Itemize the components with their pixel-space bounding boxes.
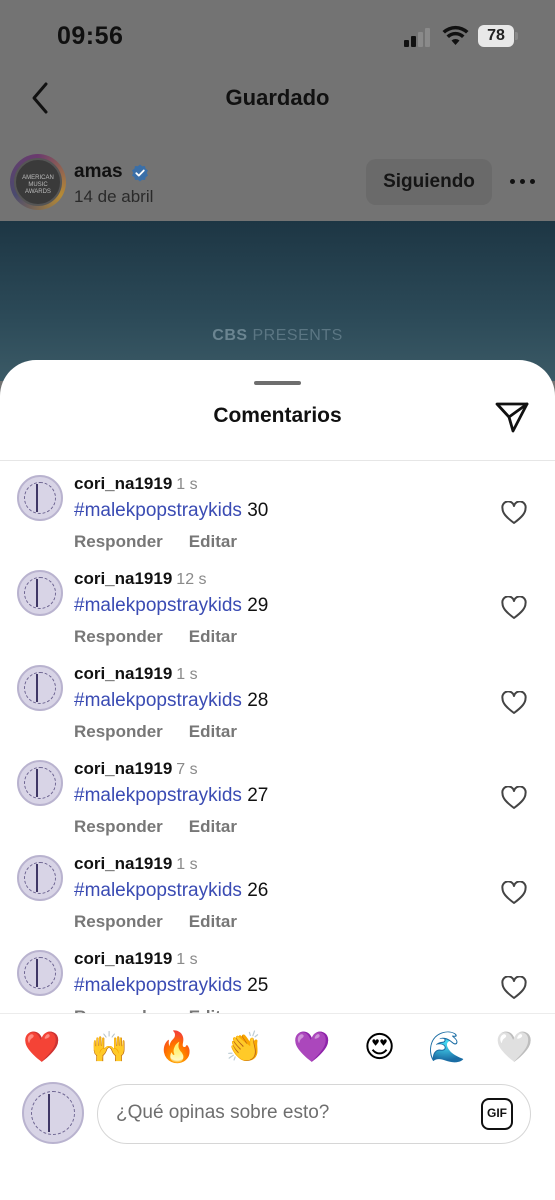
comment-avatar[interactable] xyxy=(17,760,63,806)
post-avatar[interactable]: AMERICAN MUSIC AWARDS xyxy=(10,154,66,210)
comment-avatar[interactable] xyxy=(17,475,63,521)
edit-button[interactable]: Editar xyxy=(189,532,237,551)
comment-avatar[interactable] xyxy=(17,950,63,996)
current-user-avatar xyxy=(22,1082,84,1144)
comment-row[interactable]: cori_na19191 s#malekpopstraykids 25Respo… xyxy=(0,935,555,1013)
comment-hashtag[interactable]: #malekpopstraykids xyxy=(74,880,242,901)
comment-time: 1 s xyxy=(176,476,198,493)
emoji-reaction[interactable]: 🌊 xyxy=(427,1028,467,1068)
comment-hashtag[interactable]: #malekpopstraykids xyxy=(74,595,242,616)
comment-username[interactable]: cori_na1919 1 s xyxy=(74,854,198,874)
comment-actions: Responder Editar xyxy=(74,627,263,647)
cellular-signal-icon xyxy=(404,27,434,47)
heart-icon[interactable] xyxy=(501,596,527,620)
status-time: 09:56 xyxy=(57,22,124,50)
comment-time: 1 s xyxy=(176,856,198,873)
comment-number: 27 xyxy=(241,785,269,806)
comment-text: #malekpopstraykids 28 xyxy=(74,690,268,712)
post-header: AMERICAN MUSIC AWARDS amas 14 de abril S… xyxy=(0,145,555,221)
comment-number: 30 xyxy=(241,500,269,521)
gif-button[interactable]: GIF xyxy=(481,1098,513,1130)
battery-level: 78 xyxy=(487,27,505,44)
comment-time: 7 s xyxy=(176,761,198,778)
heart-icon[interactable] xyxy=(501,691,527,715)
emoji-reaction[interactable]: 🔥 xyxy=(157,1028,197,1068)
comment-actions: Responder Editar xyxy=(74,532,263,552)
reply-button[interactable]: Responder xyxy=(74,532,163,551)
comment-username[interactable]: cori_na1919 7 s xyxy=(74,759,198,779)
edit-button[interactable]: Editar xyxy=(189,912,237,931)
comment-number: 26 xyxy=(241,880,269,901)
emoji-reaction[interactable]: 🙌 xyxy=(90,1028,130,1068)
comment-row[interactable]: cori_na1919 12 s #malekpopstraykids 29 Resp… xyxy=(0,555,555,650)
comment-input[interactable] xyxy=(116,1102,466,1124)
emoji-reaction[interactable]: ❤️ xyxy=(22,1028,62,1068)
comment-time: 12 s xyxy=(176,571,207,588)
comments-sheet: Comentarios cori_na1919 1 s #malekpopstray… xyxy=(0,360,555,1200)
edit-button[interactable]: Editar xyxy=(189,722,237,741)
comment-row[interactable]: cori_na1919 1 s #malekpopstraykids 30 Respo… xyxy=(0,460,555,555)
comment-avatar[interactable] xyxy=(17,570,63,616)
emoji-reaction[interactable]: 💜 xyxy=(292,1028,332,1068)
emoji-reaction[interactable]: 😍 xyxy=(360,1028,400,1068)
emoji-reaction-bar: ❤️ 🙌 🔥 👏 💜 😍 🌊 🤍 xyxy=(0,1013,555,1079)
comment-text: #malekpopstraykids 25 xyxy=(74,975,268,997)
comment-actions: Responder Editar xyxy=(74,817,263,837)
heart-icon[interactable] xyxy=(501,976,527,1000)
comment-composer[interactable]: GIF xyxy=(97,1084,531,1144)
post-image[interactable] xyxy=(0,221,555,381)
more-options-icon[interactable] xyxy=(510,177,536,187)
edit-button[interactable]: Editar xyxy=(189,627,237,646)
comment-text: #malekpopstraykids 29 xyxy=(74,595,268,617)
comment-avatar[interactable] xyxy=(17,665,63,711)
comment-hashtag[interactable]: #malekpopstraykids xyxy=(74,975,242,996)
comment-hashtag[interactable]: #malekpopstraykids xyxy=(74,690,242,711)
comment-avatar[interactable] xyxy=(17,855,63,901)
comment-actions: Responder Editar xyxy=(74,722,263,742)
drag-handle[interactable] xyxy=(254,381,301,385)
avatar-logo-text: AMERICAN MUSIC AWARDS xyxy=(14,158,62,206)
comment-time: 1 s xyxy=(176,951,198,968)
comment-number: 29 xyxy=(241,595,269,616)
following-button[interactable]: Siguiendo xyxy=(366,159,492,205)
reply-button[interactable]: Responder xyxy=(74,817,163,836)
comment-username[interactable]: cori_na1919 1 s xyxy=(74,664,198,684)
comment-number: 28 xyxy=(241,690,269,711)
verified-badge-icon xyxy=(132,164,148,182)
wifi-icon xyxy=(442,25,469,45)
status-bar: 09:56 78 xyxy=(0,0,555,72)
send-icon[interactable] xyxy=(494,400,530,434)
emoji-reaction[interactable]: 👏 xyxy=(225,1028,265,1068)
edit-button[interactable]: Editar xyxy=(189,817,237,836)
comment-row[interactable]: cori_na1919 1 s #malekpopstraykids 28 Respo… xyxy=(0,650,555,745)
sheet-title: Comentarios xyxy=(213,404,342,427)
comment-hashtag[interactable]: #malekpopstraykids xyxy=(74,500,242,521)
heart-icon[interactable] xyxy=(501,881,527,905)
post-date: 14 de abril xyxy=(74,187,154,206)
reply-button[interactable]: Responder xyxy=(74,627,163,646)
comment-hashtag[interactable]: #malekpopstraykids xyxy=(74,785,242,806)
reply-button[interactable]: Responder xyxy=(74,722,163,741)
page-title: Guardado xyxy=(225,85,330,110)
battery-icon: 78 xyxy=(478,25,518,47)
reply-button[interactable]: Responder xyxy=(74,912,163,931)
emoji-reaction[interactable]: 🤍 xyxy=(495,1028,535,1068)
comment-time: 1 s xyxy=(176,666,198,683)
heart-icon[interactable] xyxy=(501,786,527,810)
post-username[interactable]: amas xyxy=(74,161,123,183)
post-image-caption: CBS PRESENTS xyxy=(212,327,343,344)
comment-text: #malekpopstraykids 27 xyxy=(74,785,268,807)
comment-username[interactable]: cori_na1919 12 s xyxy=(74,569,207,589)
comment-username[interactable]: cori_na1919 1 s xyxy=(74,949,198,969)
comment-actions: Responder Editar xyxy=(74,912,263,932)
comment-text: #malekpopstraykids 30 xyxy=(74,500,268,522)
comment-row[interactable]: cori_na1919 7 s #malekpopstraykids 27 Respo… xyxy=(0,745,555,840)
comment-number: 25 xyxy=(241,975,269,996)
heart-icon[interactable] xyxy=(501,501,527,525)
comments-list[interactable]: cori_na1919 1 s #malekpopstraykids 30 Respo… xyxy=(0,460,555,1013)
comment-username[interactable]: cori_na1919 1 s xyxy=(74,474,198,494)
comment-row[interactable]: cori_na1919 1 s #malekpopstraykids 26 Respo… xyxy=(0,840,555,935)
comment-text: #malekpopstraykids 26 xyxy=(74,880,268,902)
